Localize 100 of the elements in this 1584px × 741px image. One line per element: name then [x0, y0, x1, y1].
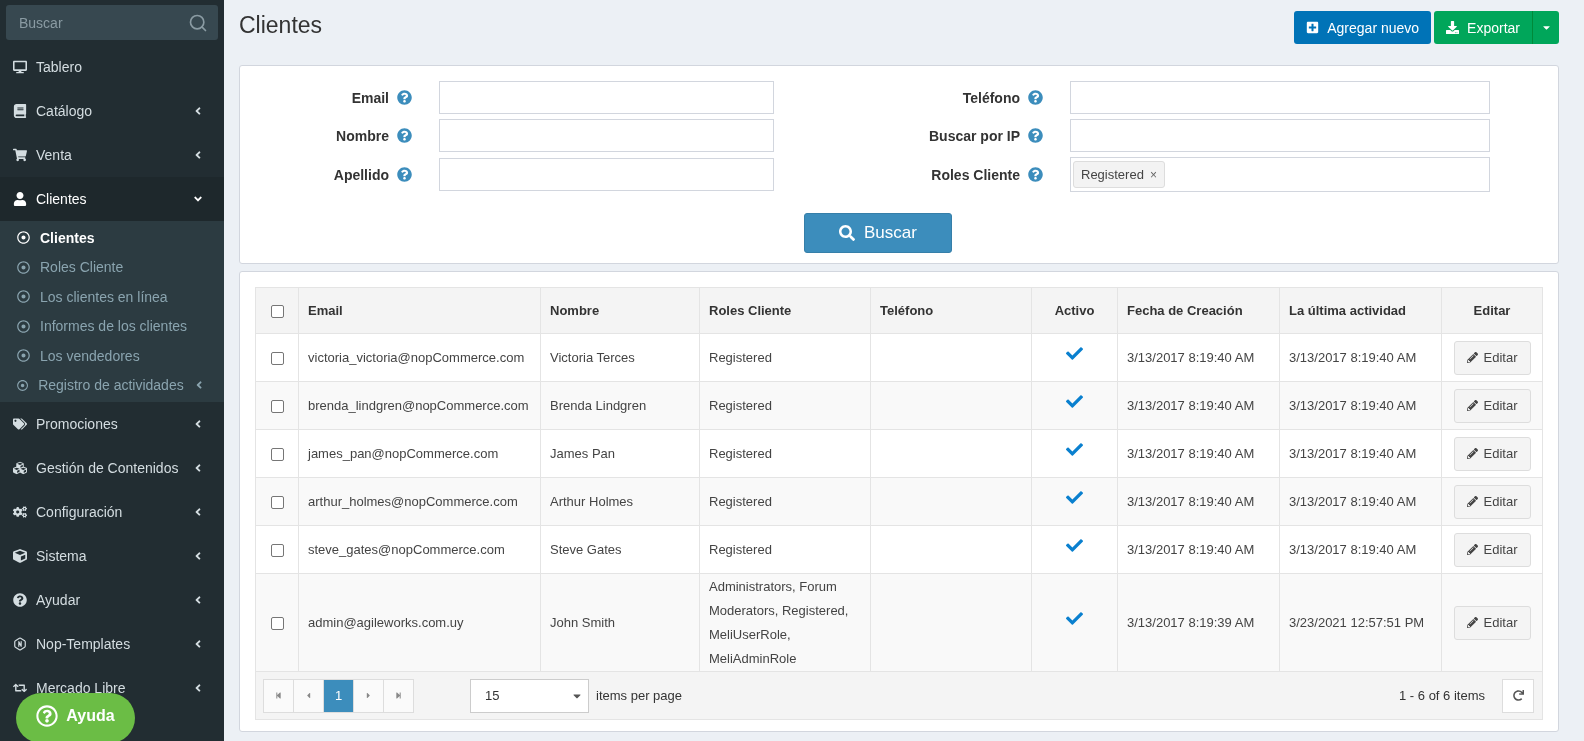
- table-cell: 3/13/2017 8:19:40 AM: [1279, 477, 1442, 526]
- sidebar-item[interactable]: Tablero: [13, 58, 204, 76]
- search-icon: [839, 225, 856, 241]
- checkbox[interactable]: [270, 399, 284, 413]
- sidebar-item[interactable]: Gestión de Contenidos: [13, 459, 204, 477]
- checkbox[interactable]: [270, 447, 284, 461]
- table-cell: steve_gates@nopCommerce.com: [298, 525, 541, 574]
- table-cell: 3/13/2017 8:19:40 AM: [1117, 381, 1280, 430]
- edit-button[interactable]: Editar: [1453, 484, 1531, 519]
- sidebar-item[interactable]: Venta: [13, 146, 204, 164]
- sidebar-subitem[interactable]: Roles Cliente: [0, 252, 224, 282]
- table-cell: 3/13/2017 8:19:40 AM: [1279, 333, 1442, 382]
- add-new-button[interactable]: Agregar nuevo: [1294, 11, 1432, 44]
- checkbox[interactable]: [270, 495, 284, 509]
- last-page-button[interactable]: [383, 678, 414, 713]
- column-header: Editar: [1441, 287, 1543, 334]
- help-icon: [1028, 90, 1043, 105]
- field-label: Apellido: [333, 166, 389, 183]
- refresh-icon: [1512, 690, 1524, 701]
- edit-button[interactable]: Editar: [1453, 605, 1531, 640]
- edit-button[interactable]: Editar: [1453, 532, 1531, 567]
- role-tag[interactable]: Registered ×: [1073, 161, 1165, 188]
- edit-button[interactable]: Editar: [1453, 388, 1531, 423]
- page-button[interactable]: 1: [323, 678, 354, 713]
- field-label: Teléfono: [962, 89, 1020, 106]
- last-page-icon: [395, 692, 402, 699]
- export-menu-button[interactable]: [1532, 11, 1559, 44]
- sidebar-item[interactable]: Sistema: [13, 547, 204, 565]
- sidebar-item[interactable]: Configuración: [13, 503, 204, 521]
- checkbox[interactable]: [270, 616, 284, 630]
- input-field[interactable]: [439, 119, 774, 152]
- table-cell: Steve Gates: [540, 525, 700, 574]
- search-field[interactable]: Buscar: [6, 5, 218, 40]
- sidebar-item[interactable]: Ayudar: [13, 591, 204, 609]
- checkbox[interactable]: [270, 543, 284, 557]
- table-cell: 3/13/2017 8:19:40 AM: [1117, 477, 1280, 526]
- sidebar-subitem[interactable]: Registro de actividades: [0, 370, 224, 400]
- roles-field[interactable]: Registered ×: [1070, 157, 1490, 192]
- column-header: Fecha de Creación: [1117, 287, 1280, 334]
- previous-page-button[interactable]: [293, 678, 324, 713]
- sidebar-item[interactable]: Catálogo: [13, 102, 204, 120]
- field-label: Email: [351, 89, 389, 106]
- hexagon-icon: [13, 637, 27, 651]
- edit-button[interactable]: Editar: [1453, 436, 1531, 471]
- sidebar-item[interactable]: Promociones: [13, 415, 204, 433]
- input-field[interactable]: [1070, 81, 1490, 114]
- table-cell: Registered: [699, 477, 871, 526]
- search-icon[interactable]: [188, 13, 208, 33]
- sidebar-item[interactable]: Nop-Templates: [13, 635, 204, 653]
- input-field[interactable]: [439, 81, 774, 114]
- table-cell: 3/13/2017 8:19:40 AM: [1117, 333, 1280, 382]
- table-cell: James Pan: [540, 429, 700, 478]
- sidebar-subitem[interactable]: Clientes: [0, 223, 224, 253]
- sidebar-subitem[interactable]: Los clientes en línea: [0, 282, 224, 312]
- help-icon: [36, 705, 59, 727]
- table-cell: 3/13/2017 8:19:40 AM: [1279, 381, 1442, 430]
- first-page-button[interactable]: [263, 678, 294, 713]
- pencil-icon: [1466, 496, 1478, 507]
- table-cell: Arthur Holmes: [540, 477, 700, 526]
- sidebar-subitem[interactable]: Los vendedores: [0, 341, 224, 371]
- gears-icon: [13, 505, 27, 519]
- table-cell: John Smith: [540, 573, 700, 672]
- pencil-icon: [1466, 617, 1478, 628]
- next-page-button[interactable]: [353, 678, 384, 713]
- checkbox[interactable]: [270, 351, 284, 365]
- table-cell: admin@agileworks.com.uy: [298, 573, 541, 672]
- field-label: Nombre: [336, 127, 389, 144]
- help-icon: [1028, 167, 1043, 182]
- tags-icon: [13, 417, 27, 431]
- pencil-icon: [1466, 544, 1478, 555]
- help-icon: [1028, 128, 1043, 143]
- table-cell: arthur_holmes@nopCommerce.com: [298, 477, 541, 526]
- page-size-select[interactable]: 15: [470, 678, 589, 713]
- column-header: Teléfono: [870, 287, 1032, 334]
- table-cell: 3/23/2021 12:57:51 PM: [1279, 573, 1442, 672]
- per-page-label: items per page: [596, 688, 682, 703]
- plus-icon: [1306, 21, 1320, 34]
- help-icon: [397, 90, 412, 105]
- table-cell: Registered: [699, 429, 871, 478]
- items-summary: 1 - 6 of 6 items: [1399, 688, 1485, 703]
- arrows-icon: [13, 681, 27, 695]
- sidebar-subitem[interactable]: Informes de los clientes: [0, 311, 224, 341]
- input-field[interactable]: [1070, 119, 1490, 152]
- input-field[interactable]: [439, 158, 774, 191]
- table-cell: Registered: [699, 381, 871, 430]
- column-header: Activo: [1031, 287, 1118, 334]
- page-title: Clientes: [239, 12, 323, 39]
- help-icon: [397, 167, 412, 182]
- cube-icon: [13, 549, 27, 563]
- help-icon: [13, 593, 27, 607]
- refresh-button[interactable]: [1502, 678, 1534, 713]
- user-icon: [13, 192, 27, 206]
- checkbox[interactable]: [270, 305, 284, 319]
- pencil-icon: [1466, 448, 1478, 459]
- edit-button[interactable]: Editar: [1453, 340, 1531, 375]
- table-cell: Victoria Terces: [540, 333, 700, 382]
- cubes-icon: [13, 461, 27, 475]
- remove-icon[interactable]: ×: [1149, 167, 1157, 182]
- search-button[interactable]: Buscar: [804, 213, 952, 253]
- first-page-icon: [275, 692, 282, 699]
